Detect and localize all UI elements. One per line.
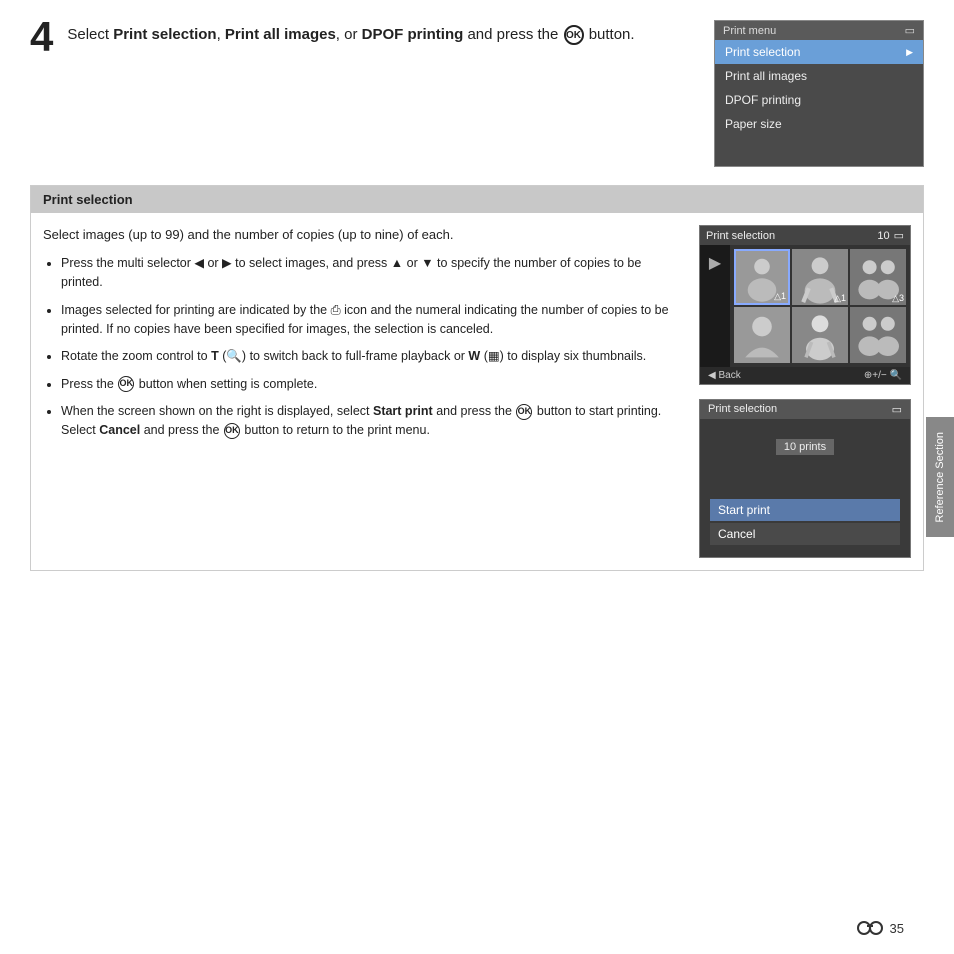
cam-bottom-body: 10 prints Start print Cancel: [700, 419, 910, 557]
cam-top-title: Print selection: [706, 230, 775, 242]
thumb-5: [792, 307, 848, 363]
thumb-4: [734, 307, 790, 363]
print-selection-header: Print selection: [31, 186, 923, 213]
print-selection-content: Select images (up to 99) and the number …: [43, 225, 691, 558]
thumb-3: △3: [850, 249, 906, 305]
thumb-3-label: △3: [892, 293, 904, 304]
screenshots-column: Print selection 10 ▭ ▶: [691, 225, 911, 558]
bullet-3: Rotate the zoom control to T (🔍) to swit…: [61, 347, 671, 366]
cam-bottom-count-container: 10 prints: [710, 439, 900, 475]
cam-bottom-count: 10 prints: [776, 439, 834, 455]
cam-top-body: ▶ △1: [700, 245, 910, 367]
battery-icon: ▭: [905, 24, 915, 37]
bullet-5: When the screen shown on the right is di…: [61, 402, 671, 441]
step-text-mid1: ,: [217, 26, 225, 43]
print-selection-section: Print selection Select images (up to 99)…: [30, 185, 924, 571]
bullet-4: Press the OK button when setting is comp…: [61, 375, 671, 394]
step-text-after: and press the: [463, 26, 562, 43]
cam-bottom-screenshot: Print selection ▭ 10 prints Start print …: [699, 399, 911, 558]
battery-icon-bottom: ▭: [892, 403, 902, 416]
bold-dpof: DPOF printing: [362, 26, 464, 43]
print-selection-intro: Select images (up to 99) and the number …: [43, 225, 671, 246]
thumb-1-label: △1: [774, 291, 786, 302]
cam-top-count: 10: [877, 230, 889, 242]
step-text: Select Print selection, Print all images…: [67, 20, 704, 47]
cam-grid: △1 △1: [730, 245, 910, 367]
step-text-before: Select: [67, 26, 113, 43]
bold-print-all: Print all images: [225, 26, 336, 43]
bullet-2: Images selected for printing are indicat…: [61, 301, 671, 340]
side-tab-label: Reference Section: [934, 432, 946, 523]
cam-bottom-title: Print selection: [708, 403, 777, 416]
cam-cancel[interactable]: Cancel: [710, 523, 900, 545]
page-number-area: 35: [856, 920, 904, 936]
cam-top-header: Print selection 10 ▭: [700, 226, 910, 245]
menu-item-paper-size[interactable]: Paper size: [715, 112, 923, 136]
step-text-mid2: , or: [336, 26, 362, 43]
cam-bottom-header: Print selection ▭: [700, 400, 910, 419]
camera-binoculars-icon: [856, 920, 884, 936]
menu-item-print-all[interactable]: Print all images: [715, 64, 923, 88]
battery-icon-top: ▭: [894, 229, 904, 242]
thumb-6: [850, 307, 906, 363]
bullet-1: Press the multi selector ◀ or ▶ to selec…: [61, 254, 671, 293]
ok-icon: OK: [564, 25, 584, 45]
print-menu-title: Print menu ▭: [715, 21, 923, 40]
print-menu-screenshot: Print menu ▭ Print selection Print all i…: [714, 20, 924, 167]
cam-top-screenshot: Print selection 10 ▭ ▶: [699, 225, 911, 385]
thumb-1: △1: [734, 249, 790, 305]
cam-start-print[interactable]: Start print: [710, 499, 900, 521]
reference-section-tab: Reference Section: [926, 417, 954, 537]
cam-sidebar: ▶: [700, 245, 730, 367]
thumb-2-label: △1: [834, 293, 846, 304]
thumb-2: △1: [792, 249, 848, 305]
menu-item-print-selection[interactable]: Print selection: [715, 40, 923, 64]
print-selection-bullets: Press the multi selector ◀ or ▶ to selec…: [43, 254, 671, 441]
bold-print-selection: Print selection: [113, 26, 216, 43]
step-number: 4: [30, 16, 53, 58]
cam-footer-back: ◀ Back: [708, 370, 741, 381]
step-text-end: button.: [585, 26, 635, 43]
page-number: 35: [890, 921, 904, 936]
cam-footer-zoom: ⊕+/− 🔍: [864, 370, 902, 381]
play-icon: ▶: [709, 253, 721, 273]
menu-item-dpof[interactable]: DPOF printing: [715, 88, 923, 112]
cam-top-footer: ◀ Back ⊕+/− 🔍: [700, 367, 910, 384]
